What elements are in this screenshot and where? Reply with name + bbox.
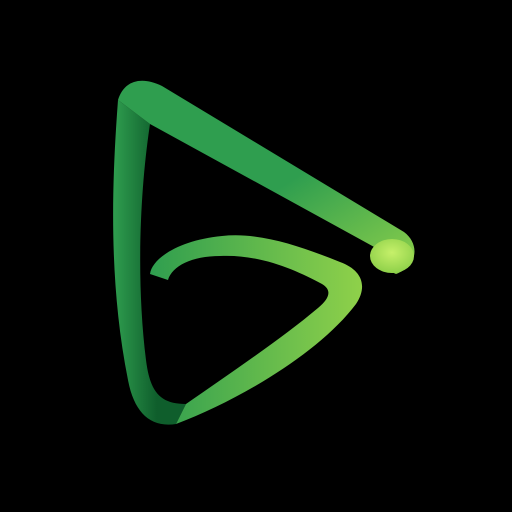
- logo-bottom-stroke: [150, 235, 363, 424]
- play-swirl-logo-icon: [113, 80, 415, 425]
- app-icon-canvas: [0, 0, 512, 512]
- logo-tip: [370, 239, 414, 273]
